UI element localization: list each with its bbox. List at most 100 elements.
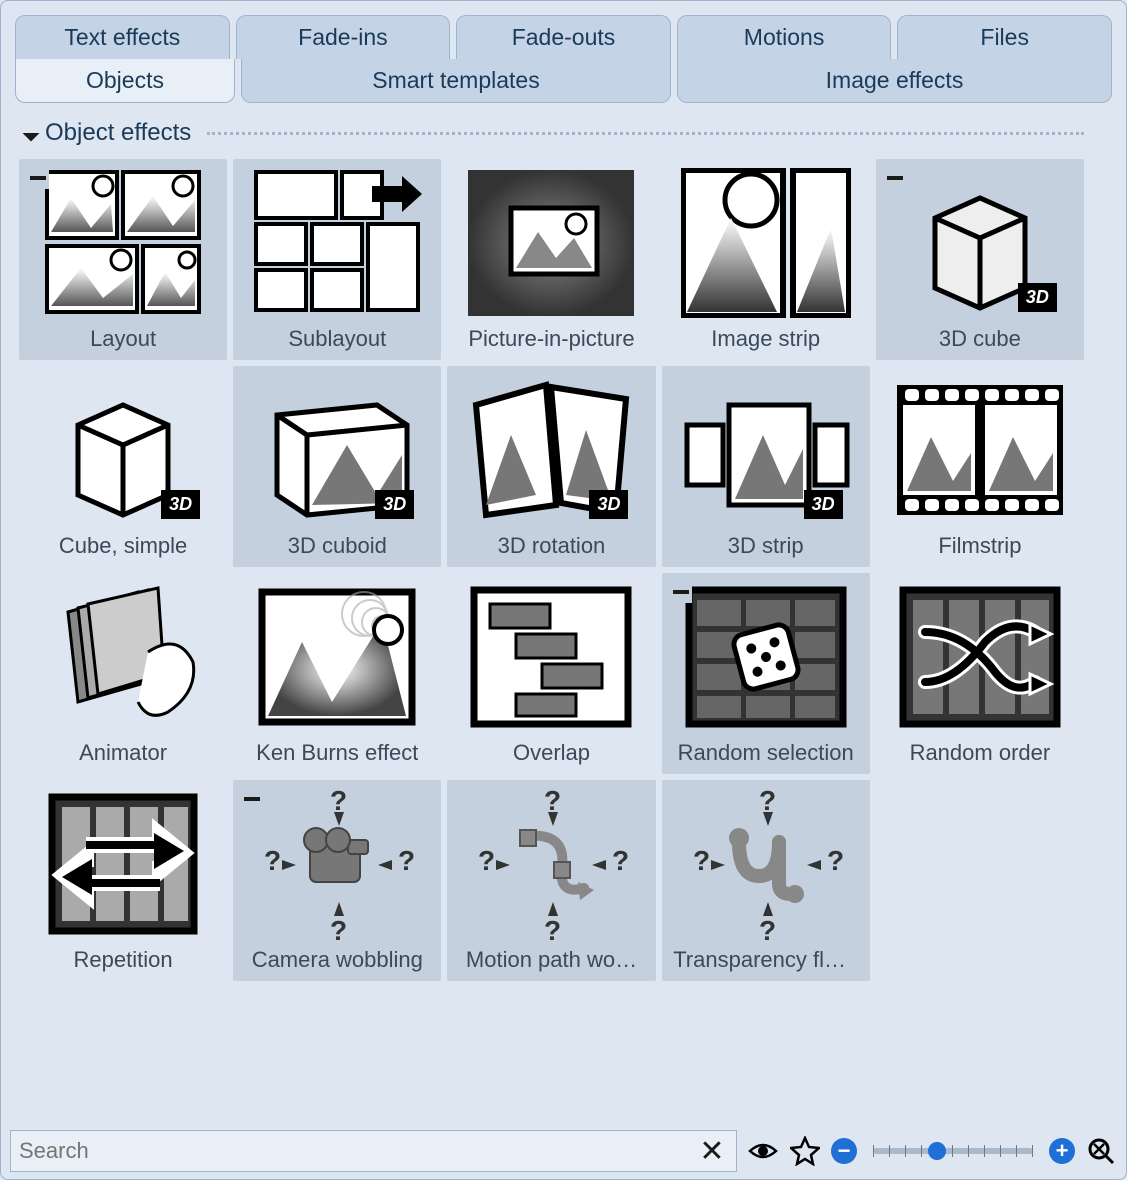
effect-label: Random selection xyxy=(678,740,854,766)
tab-files[interactable]: Files xyxy=(897,15,1112,59)
effect-label: 3D cube xyxy=(939,326,1021,352)
effect-overlap[interactable]: Overlap xyxy=(447,573,655,774)
zoom-slider-thumb[interactable] xyxy=(928,1142,946,1160)
category-separator xyxy=(207,132,1084,135)
effect-sublayout[interactable]: Sublayout xyxy=(233,159,441,360)
effect-picture-in-picture[interactable]: Picture-in-picture xyxy=(447,159,655,360)
zoom-reset-icon[interactable] xyxy=(1085,1135,1117,1167)
svg-text:?: ? xyxy=(759,785,776,816)
clear-search-icon[interactable]: ✕ xyxy=(696,1135,728,1167)
star-icon[interactable] xyxy=(789,1135,821,1167)
zoom-slider[interactable] xyxy=(873,1148,1033,1154)
collapse-arrow-icon xyxy=(23,125,40,142)
effect-transparency-fluctuation[interactable]: ???? Transparency flu… xyxy=(662,780,870,981)
effect-ken-burns[interactable]: Ken Burns effect xyxy=(233,573,441,774)
effect-3d-cuboid[interactable]: 3D 3D cuboid xyxy=(233,366,441,567)
tab-smart-templates[interactable]: Smart templates xyxy=(241,59,671,103)
zoom-out-button[interactable]: − xyxy=(831,1138,857,1164)
effect-random-order[interactable]: Random order xyxy=(876,573,1084,774)
effect-cube-simple[interactable]: 3D Cube, simple xyxy=(19,366,227,567)
tab-fade-outs[interactable]: Fade-outs xyxy=(456,15,671,59)
badge-3d-icon: 3D xyxy=(1018,283,1057,312)
svg-text:?: ? xyxy=(478,845,495,876)
effect-label: Sublayout xyxy=(288,326,386,352)
effect-thumb-icon xyxy=(895,579,1065,734)
effect-label: Random order xyxy=(910,740,1051,766)
collapse-minus-icon xyxy=(884,167,906,189)
effect-layout[interactable]: Layout xyxy=(19,159,227,360)
effect-label: Picture-in-picture xyxy=(468,326,634,352)
effect-thumb-icon xyxy=(895,372,1065,527)
effect-thumb-icon xyxy=(466,579,636,734)
effects-scroll-area[interactable]: Object effects xyxy=(19,111,1108,1066)
effect-thumb-icon: 3D xyxy=(466,372,636,527)
effect-image-strip[interactable]: Image strip xyxy=(662,159,870,360)
tab-text-effects[interactable]: Text effects xyxy=(15,15,230,59)
effect-label: Animator xyxy=(79,740,167,766)
effect-thumb-icon: ?? ?? xyxy=(252,786,422,941)
effect-3d-cube[interactable]: 3D 3D cube xyxy=(876,159,1084,360)
svg-text:?: ? xyxy=(612,845,629,876)
effect-label: 3D cuboid xyxy=(288,533,387,559)
svg-text:?: ? xyxy=(693,845,710,876)
eye-icon[interactable] xyxy=(747,1135,779,1167)
badge-3d-icon: 3D xyxy=(161,490,200,519)
tabs-row-top: Text effects Fade-ins Fade-outs Motions … xyxy=(5,5,1122,59)
effect-thumb-icon xyxy=(252,165,422,320)
effect-thumb-icon xyxy=(466,165,636,320)
effect-random-selection[interactable]: Random selection xyxy=(662,573,870,774)
effect-label: Cube, simple xyxy=(59,533,187,559)
tabs-row-bottom: Objects Smart templates Image effects xyxy=(5,59,1122,103)
effect-thumb-icon: 3D xyxy=(681,372,851,527)
tab-fade-ins[interactable]: Fade-ins xyxy=(236,15,451,59)
effect-label: Camera wobbling xyxy=(252,947,423,973)
badge-3d-icon: 3D xyxy=(804,490,843,519)
effect-thumb-icon: 3D xyxy=(895,165,1065,320)
badge-3d-icon: 3D xyxy=(375,490,414,519)
effect-label: Overlap xyxy=(513,740,590,766)
bottom-toolbar: ✕ − + xyxy=(10,1128,1117,1174)
effect-animator[interactable]: Animator xyxy=(19,573,227,774)
effect-label: Repetition xyxy=(74,947,173,973)
svg-text:?: ? xyxy=(330,785,347,816)
effect-thumb-icon xyxy=(38,579,208,734)
effects-grid: Layout Sublayout xyxy=(19,159,1084,981)
effect-thumb-icon xyxy=(681,579,851,734)
effect-label: Transparency flu… xyxy=(673,947,858,973)
collapse-minus-icon xyxy=(27,167,49,189)
effect-label: Layout xyxy=(90,326,156,352)
tab-image-effects[interactable]: Image effects xyxy=(677,59,1112,103)
effect-camera-wobbling[interactable]: ?? ?? Camera wobbling xyxy=(233,780,441,981)
effect-thumb-icon: 3D xyxy=(38,372,208,527)
effect-label: 3D strip xyxy=(728,533,804,559)
effect-label: Image strip xyxy=(711,326,820,352)
svg-text:?: ? xyxy=(264,845,281,876)
effect-repetition[interactable]: Repetition xyxy=(19,780,227,981)
effect-3d-strip[interactable]: 3D 3D strip xyxy=(662,366,870,567)
effect-filmstrip[interactable]: Filmstrip xyxy=(876,366,1084,567)
svg-text:?: ? xyxy=(544,785,561,816)
effect-thumb-icon: ???? xyxy=(466,786,636,941)
category-header[interactable]: Object effects xyxy=(19,111,1084,159)
zoom-in-button[interactable]: + xyxy=(1049,1138,1075,1164)
effect-label: Motion path wo… xyxy=(466,947,637,973)
search-input[interactable] xyxy=(19,1138,696,1164)
collapse-minus-icon xyxy=(670,581,692,603)
svg-text:?: ? xyxy=(827,845,844,876)
effect-motion-path-wobbling[interactable]: ???? Motion path wo… xyxy=(447,780,655,981)
svg-text:?: ? xyxy=(330,915,347,944)
svg-text:?: ? xyxy=(759,915,776,944)
effect-3d-rotation[interactable]: 3D 3D rotation xyxy=(447,366,655,567)
effect-thumb-icon xyxy=(681,165,851,320)
search-box: ✕ xyxy=(10,1130,737,1172)
effect-label: Ken Burns effect xyxy=(256,740,418,766)
category-title: Object effects xyxy=(45,119,191,147)
badge-3d-icon: 3D xyxy=(589,490,628,519)
effect-thumb-icon: ???? xyxy=(681,786,851,941)
tab-motions[interactable]: Motions xyxy=(677,15,892,59)
effect-thumb-icon xyxy=(38,786,208,941)
tab-objects[interactable]: Objects xyxy=(15,59,235,103)
effect-thumb-icon xyxy=(38,165,208,320)
effect-label: Filmstrip xyxy=(938,533,1021,559)
effect-thumb-icon: 3D xyxy=(252,372,422,527)
